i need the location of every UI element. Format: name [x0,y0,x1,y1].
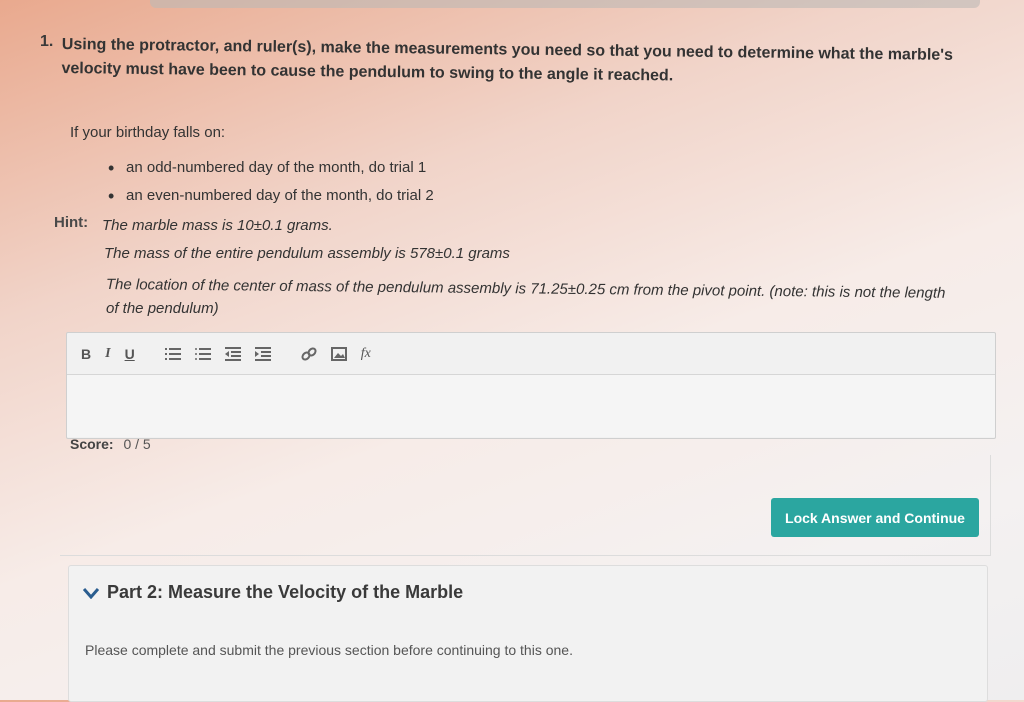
underline-button[interactable]: U [125,346,135,362]
image-icon[interactable] [330,346,347,361]
part2-section: Part 2: Measure the Velocity of the Marb… [68,565,988,702]
hint-line: The location of the center of mass of th… [105,276,946,302]
hint-line: The marble mass is 10±0.1 grams. [102,217,333,234]
indent-icon[interactable] [254,346,271,361]
hint-line: of the pendulum) [106,300,219,317]
bold-button[interactable]: B [81,346,91,362]
part2-title: Part 2: Measure the Velocity of the Marb… [107,582,464,602]
hint-label: Hint: [54,214,89,231]
answer-textarea[interactable] [67,375,995,437]
formula-button[interactable]: fx [361,346,371,362]
ordered-list-icon[interactable] [164,347,181,361]
list-item: an even-numbered day of the month, do tr… [108,182,434,210]
chevron-down-icon [83,587,99,599]
top-scrollbar [150,0,980,8]
part2-message: Please complete and submit the previous … [85,642,573,658]
score: Score: 0 / 5 [70,436,151,452]
trial-options-list: an odd-numbered day of the month, do tri… [108,154,434,210]
link-icon[interactable] [301,346,317,361]
unordered-list-icon[interactable] [194,347,211,361]
part2-header[interactable]: Part 2: Measure the Velocity of the Marb… [83,582,463,603]
birthday-intro: If your birthday falls on: [70,124,226,141]
answer-editor: B I U fx [66,332,996,439]
question-text: Using the protractor, and ruler(s), make… [61,35,954,85]
hint-line: The mass of the entire pendulum assembly… [104,245,510,262]
outdent-icon[interactable] [224,346,241,361]
lock-answer-button[interactable]: Lock Answer and Continue [771,498,979,537]
list-item: an odd-numbered day of the month, do tri… [108,154,434,182]
score-label: Score: [70,436,114,452]
italic-button[interactable]: I [105,346,110,362]
score-value: 0 / 5 [123,436,151,452]
question-number: 1. [40,33,54,50]
editor-toolbar: B I U fx [67,333,995,375]
